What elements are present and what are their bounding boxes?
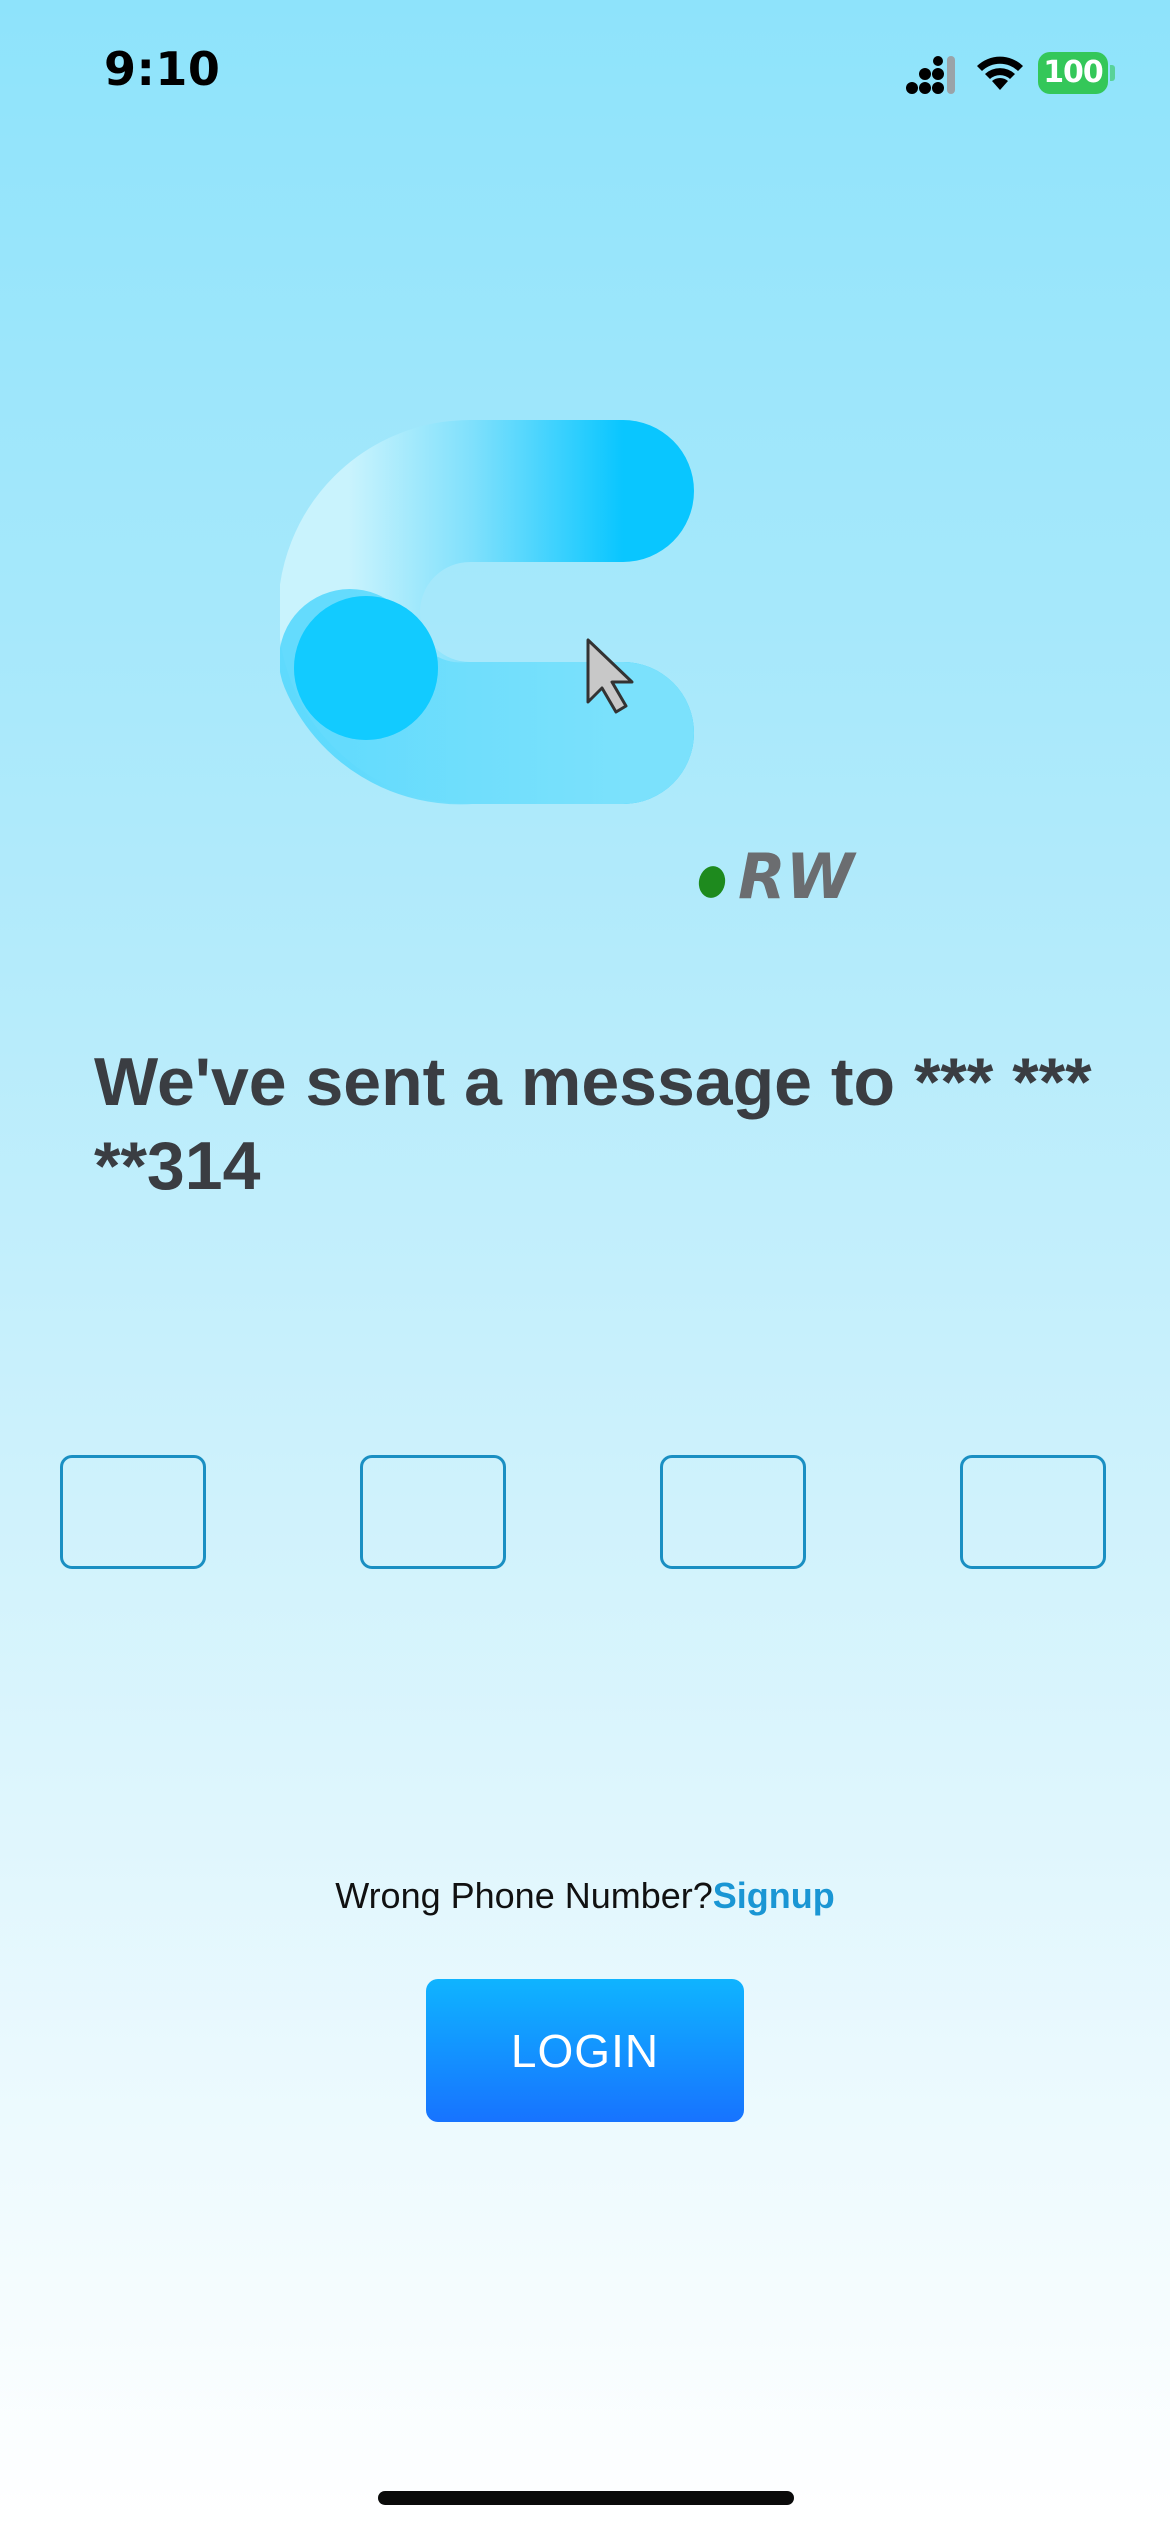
otp-input-row xyxy=(60,1455,1110,1575)
otp-digit-2[interactable] xyxy=(360,1455,506,1569)
battery-icon: 100 xyxy=(1038,52,1115,94)
battery-tip xyxy=(1110,65,1115,81)
login-button[interactable]: LOGIN xyxy=(426,1979,744,2122)
logo-suffix-text: RW xyxy=(738,840,857,913)
status-bar: 9:10 100 xyxy=(0,0,1170,140)
status-time: 9:10 xyxy=(104,42,221,96)
wrong-number-prompt: Wrong Phone Number?Signup xyxy=(0,1872,1170,1920)
home-indicator[interactable] xyxy=(378,2491,794,2505)
otp-heading: We've sent a message to *** *** **314 xyxy=(94,1044,1092,1204)
otp-digit-4[interactable] xyxy=(960,1455,1106,1569)
battery-level: 100 xyxy=(1038,52,1108,94)
otp-digit-1[interactable] xyxy=(60,1455,206,1569)
wrong-number-text: Wrong Phone Number? xyxy=(335,1875,713,1916)
signal-icon xyxy=(906,56,955,94)
otp-digit-3[interactable] xyxy=(660,1455,806,1569)
wifi-icon xyxy=(977,56,1023,90)
app-logo: RW xyxy=(280,420,857,913)
otp-screen: 9:10 100 RW We've sent a message to *** … xyxy=(0,0,1170,2532)
signup-link[interactable]: Signup xyxy=(713,1875,835,1916)
